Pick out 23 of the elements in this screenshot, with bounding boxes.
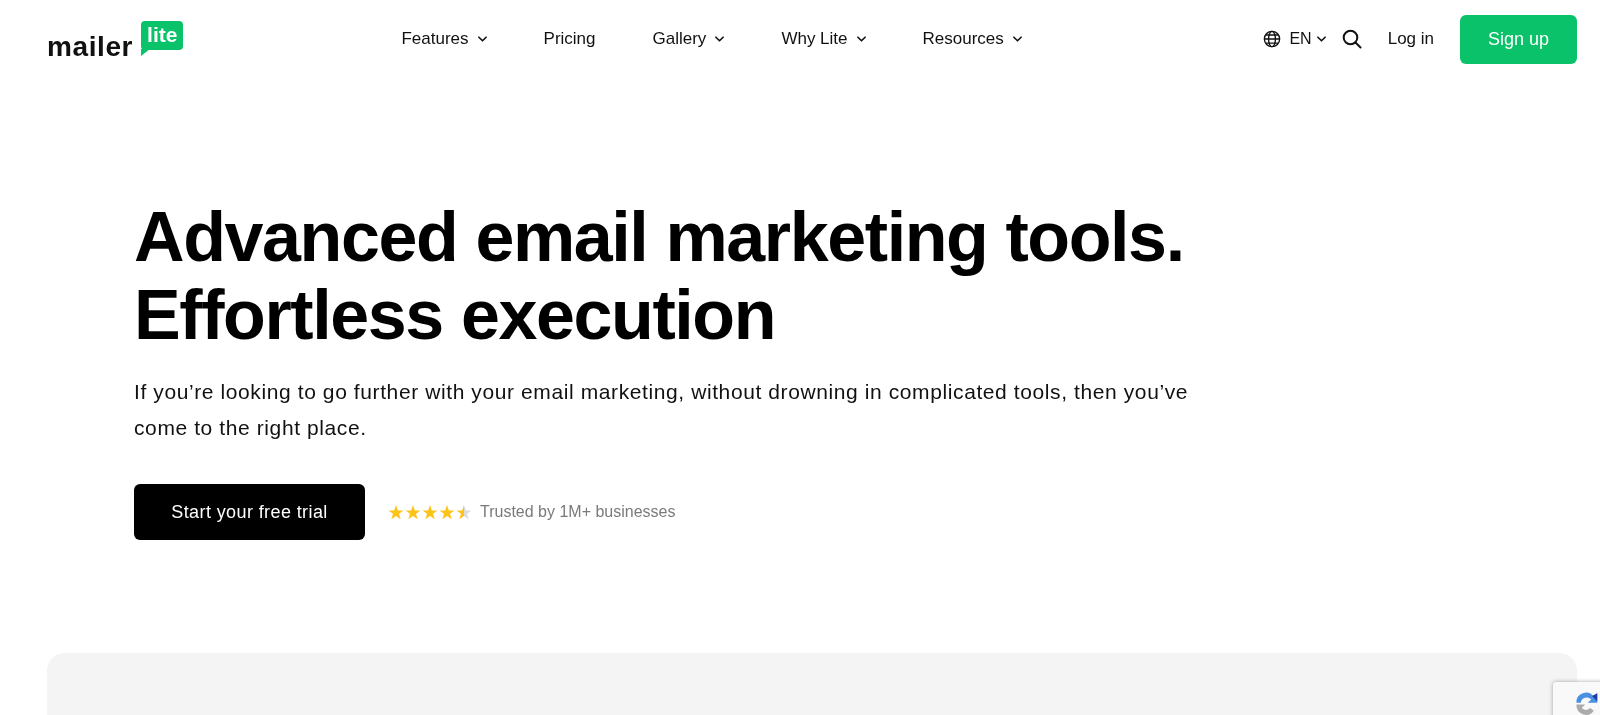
rating-text: Trusted by 1M+ businesses (480, 502, 676, 522)
nav-link[interactable]: Gallery (652, 26, 725, 52)
star-icon (456, 504, 472, 520)
free-trial-button[interactable]: Start your free trial (134, 484, 365, 540)
caret-icon (477, 36, 487, 42)
logo[interactable]: mailer lite (47, 17, 184, 61)
nav-link[interactable]: Pricing (543, 26, 596, 52)
hero-subtitle: If you’re looking to go further with your email marketing, without drowning in complicated tools, then you’ve come to the right place. (134, 379, 1190, 441)
nav-link[interactable]: Features (401, 26, 487, 52)
login-link[interactable]: Log in (1387, 26, 1434, 52)
star-icon (439, 504, 455, 520)
nav-link[interactable]: Why Lite (781, 26, 866, 52)
star-icon (388, 504, 404, 520)
star-icon (422, 504, 438, 520)
star-icon (405, 504, 421, 520)
nav-link[interactable]: Resources (922, 26, 1022, 52)
caret-icon (856, 36, 866, 42)
hero-heading: Advanced email marketing tools. Effortless execution (134, 198, 1184, 354)
language-selector[interactable]: EN (1263, 27, 1326, 51)
search-icon[interactable] (1341, 29, 1362, 49)
globe-icon (1263, 30, 1282, 48)
caret-icon (1012, 36, 1022, 42)
caret-icon (715, 36, 725, 42)
